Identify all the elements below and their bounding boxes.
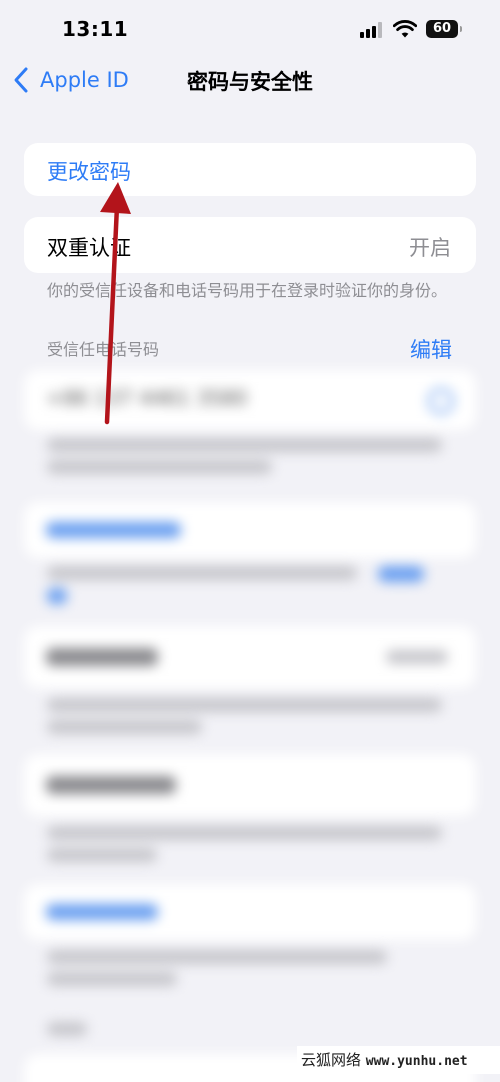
- battery-icon: 60: [426, 20, 462, 38]
- info-icon: [428, 388, 454, 414]
- placeholder-line: [47, 972, 177, 986]
- edit-button[interactable]: 编辑: [410, 334, 452, 364]
- watermark-url: www.yunhu.net: [365, 1054, 468, 1069]
- page-title: 密码与安全性: [187, 70, 313, 94]
- placeholder-line: [47, 826, 442, 840]
- placeholder-line: [46, 904, 158, 920]
- placeholder-line: [46, 776, 176, 794]
- blurred-content: +86 137 4461 3580: [0, 362, 500, 1082]
- two-factor-row[interactable]: 双重认证 开启: [24, 217, 476, 273]
- change-password-label: 更改密码: [47, 160, 131, 184]
- two-factor-status: 开启: [409, 236, 451, 260]
- placeholder-line: [46, 648, 158, 666]
- blurred-row: [24, 884, 476, 940]
- watermark: 云狐网络 www.yunhu.net: [297, 1046, 500, 1074]
- placeholder-line: [47, 950, 387, 964]
- placeholder-line: [47, 438, 442, 452]
- trusted-number-row: +86 137 4461 3580: [24, 370, 476, 430]
- trusted-number-text: +86 137 4461 3580: [46, 386, 248, 410]
- blurred-row: [24, 626, 476, 688]
- placeholder-line: [47, 698, 442, 712]
- placeholder-line: [47, 1022, 87, 1036]
- placeholder-line: [47, 460, 272, 474]
- placeholder-line: [47, 588, 67, 604]
- blurred-row: [24, 754, 476, 816]
- cellular-signal-icon: [360, 22, 384, 38]
- watermark-brand: 云狐网络: [301, 1051, 362, 1069]
- placeholder-line: [46, 522, 181, 538]
- status-time: 13:11: [62, 17, 129, 41]
- status-bar: 13:11 60: [0, 0, 500, 60]
- placeholder-line: [386, 650, 448, 664]
- placeholder-line: [47, 566, 357, 580]
- change-password-row[interactable]: 更改密码: [24, 143, 476, 196]
- placeholder-line: [378, 566, 424, 582]
- wifi-icon: [393, 20, 417, 38]
- two-factor-description: 你的受信任设备和电话号码用于在登录时验证你的身份。: [47, 281, 448, 300]
- placeholder-line: [47, 848, 157, 862]
- blurred-row: [24, 502, 476, 558]
- placeholder-line: [47, 720, 202, 734]
- trusted-numbers-header: 受信任电话号码: [47, 340, 160, 359]
- two-factor-label: 双重认证: [47, 236, 131, 260]
